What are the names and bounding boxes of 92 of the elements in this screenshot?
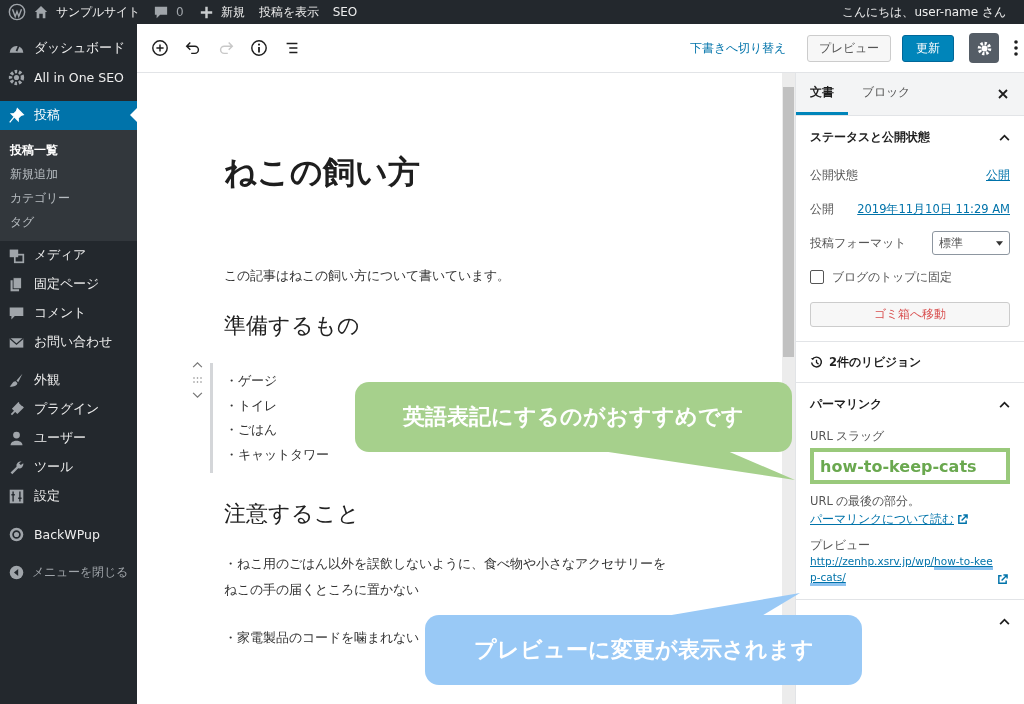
sidebar-item[interactable]: All in One SEO	[0, 63, 137, 92]
sidebar-item[interactable]: コメント	[0, 299, 137, 328]
dropdown-arrow-icon	[996, 240, 1003, 246]
chevron-down-icon[interactable]	[192, 392, 203, 399]
settings-button[interactable]	[969, 33, 999, 63]
sidebar-item[interactable]: メディア	[0, 241, 137, 270]
sidebar-item[interactable]: ユーザー	[0, 424, 137, 453]
plug-icon	[8, 401, 25, 418]
update-button[interactable]: 更新	[902, 34, 954, 62]
list-item: ・キャットタワー	[225, 445, 329, 464]
panel-tab[interactable]: 文書	[796, 73, 848, 115]
gear-icon	[8, 69, 25, 86]
speech-bubble-icon[interactable]	[154, 5, 168, 19]
collapse-menu-button[interactable]: メニューを閉じる	[0, 558, 137, 587]
paragraph-text: ・家電製品のコードを噛まれない	[224, 629, 419, 647]
paragraph-text: ・ねこ用のごはん以外を誤飲しないように、食べ物や小さなアクセサリーを	[224, 555, 666, 573]
circle-logo-icon	[8, 526, 25, 543]
menu-pointer-icon	[130, 108, 137, 122]
permalink-help-link[interactable]: パーマリンクについて読む	[810, 512, 954, 526]
plus-circle-icon[interactable]	[151, 39, 169, 57]
submenu-item[interactable]: 投稿一覧	[0, 138, 137, 162]
sidebar-item[interactable]: ツール	[0, 453, 137, 482]
media-icon	[8, 247, 25, 264]
visibility-label: 公開状態	[810, 167, 858, 183]
submenu-item[interactable]: カテゴリー	[0, 186, 137, 210]
chevron-up-icon[interactable]	[192, 361, 203, 368]
pages-icon	[8, 276, 25, 293]
post-format-label: 投稿フォーマット	[810, 235, 906, 251]
sidebar-item[interactable]: プラグイン	[0, 395, 137, 424]
publish-date-link[interactable]: 2019年11月10日 11:29 AM	[857, 201, 1010, 217]
list-item: ・トイレ	[225, 396, 277, 415]
drag-handle-icon[interactable]	[193, 377, 202, 383]
settings-icon	[975, 39, 993, 57]
move-to-trash-button[interactable]: ゴミ箱へ移動	[810, 302, 1010, 327]
caret-icon[interactable]	[999, 400, 1010, 408]
close-icon[interactable]	[998, 89, 1008, 99]
visibility-link[interactable]: 公開	[986, 167, 1010, 183]
undo-icon[interactable]	[184, 39, 202, 57]
greeting-text[interactable]: こんにちは、user-name さん	[842, 3, 1006, 21]
comment-count: 0	[176, 5, 184, 19]
slug-label: URL スラッグ	[810, 429, 886, 444]
checkbox[interactable]	[810, 270, 824, 284]
speech-bubble-icon	[8, 305, 25, 322]
section-title[interactable]: パーマリンク	[810, 396, 882, 412]
view-post-link[interactable]: 投稿を表示	[258, 3, 319, 21]
external-link-icon	[957, 514, 968, 525]
list-item: ・ごはん	[225, 421, 277, 439]
caret-icon[interactable]	[999, 133, 1010, 141]
scrollbar-thumb[interactable]	[783, 87, 794, 357]
wordpress-logo-icon[interactable]	[8, 3, 26, 21]
external-link-icon	[997, 574, 1008, 585]
post-format-select[interactable]: 標準	[932, 231, 1010, 255]
list-block[interactable]: ・ゲージ ・トイレ ・ごはん ・キャットタワー	[210, 363, 339, 473]
checkbox-label[interactable]: ブログのトップに固定	[832, 269, 952, 285]
revisions-link[interactable]: 2件のリビジョン	[829, 354, 921, 370]
home-icon	[34, 5, 48, 19]
sidebar-item[interactable]: お問い合わせ	[0, 328, 137, 357]
preview-label: プレビュー	[810, 538, 871, 553]
paragraph-text: ねこの手の届くところに置かない	[224, 581, 419, 599]
list-item: ・ゲージ	[225, 372, 277, 390]
submenu-item[interactable]: タグ	[0, 210, 137, 234]
more-options-icon[interactable]	[1014, 39, 1018, 57]
sidebar-item[interactable]: BackWPup	[0, 520, 137, 549]
paragraph-text: この記事はねこの飼い方について書いています。	[224, 267, 510, 285]
sidebar-item[interactable]: ダッシュボード	[0, 34, 137, 63]
section-heading: 準備するもの	[224, 312, 360, 340]
info-icon[interactable]	[250, 39, 268, 57]
help-text: URL の最後の部分。 パーマリンクについて読む	[810, 492, 1010, 528]
sidebar-item[interactable]: 投稿	[0, 101, 137, 130]
preview-button[interactable]: プレビュー	[807, 34, 891, 62]
caret-icon[interactable]	[999, 617, 1010, 625]
switch-to-draft-link[interactable]: 下書きへ切り替え	[690, 40, 786, 56]
panel-tab[interactable]: ブロック	[848, 73, 924, 115]
sidebar-item[interactable]: 固定ページ	[0, 270, 137, 299]
person-icon	[8, 430, 25, 447]
section-heading: 注意すること	[224, 500, 360, 528]
history-clock-icon	[810, 355, 823, 369]
sidebar-item[interactable]: 外観	[0, 366, 137, 395]
seo-link[interactable]: SEO	[332, 5, 358, 19]
wrench-icon	[8, 459, 25, 476]
plus-icon[interactable]	[199, 5, 213, 19]
sliders-icon	[8, 488, 25, 505]
pin-icon	[8, 107, 25, 124]
publish-label: 公開	[810, 201, 834, 217]
new-link[interactable]: 新規	[220, 3, 245, 21]
brush-icon	[8, 372, 25, 389]
site-name-link[interactable]: サンプルサイト	[56, 3, 140, 21]
section-title[interactable]: ステータスと公開状態	[810, 129, 930, 145]
sidebar-item[interactable]: 設定	[0, 482, 137, 511]
preview-url-link[interactable]: http://zenhp.xsrv.jp/wp/how-to-keep-cats/	[810, 553, 994, 585]
submenu-item[interactable]: 新規追加	[0, 162, 137, 186]
post-title[interactable]: ねこの飼い方	[224, 151, 782, 195]
